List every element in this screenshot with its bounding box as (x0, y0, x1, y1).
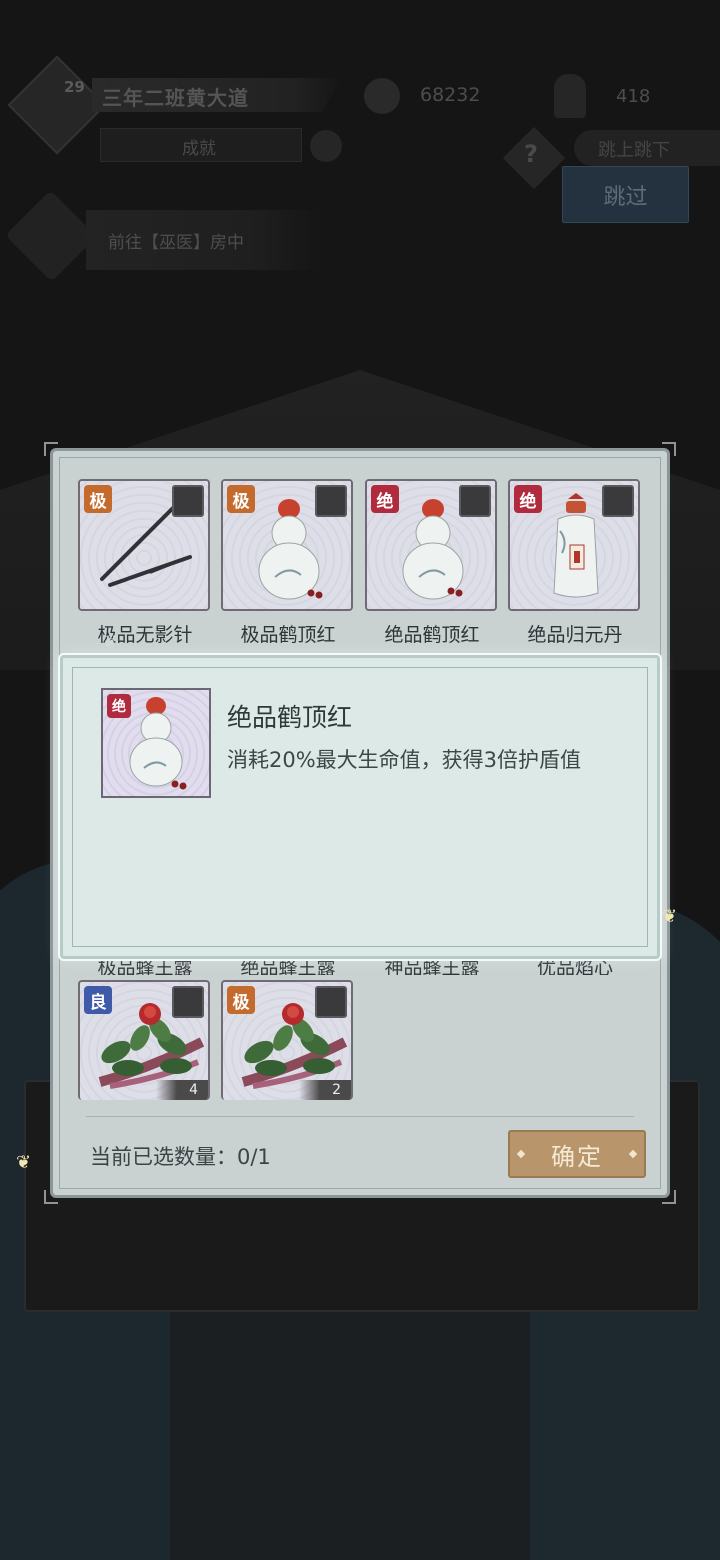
butterfly-icon: ❦ (662, 906, 678, 927)
coin-count: 68232 (420, 84, 481, 106)
item-name: 极品鹤顶红 (240, 624, 336, 646)
select-checkbox[interactable] (315, 986, 347, 1018)
item-count: 2 (299, 1080, 351, 1100)
select-checkbox[interactable] (602, 485, 634, 517)
confirm-button[interactable]: 确定 (508, 1130, 646, 1178)
corner-ornament (662, 1190, 676, 1204)
select-checkbox[interactable] (172, 485, 204, 517)
tooltip-item-icon: 绝 (101, 688, 211, 798)
grade-badge: 良 (84, 986, 112, 1014)
coin-icon (364, 78, 400, 114)
help-icon: ? (524, 140, 538, 168)
select-checkbox[interactable] (459, 485, 491, 517)
corner-ornament (44, 442, 58, 456)
skip-button[interactable]: 跳过 (562, 166, 689, 223)
item-count: 4 (156, 1080, 208, 1100)
grade-badge: 极 (84, 485, 112, 513)
eye-icon[interactable] (310, 130, 342, 162)
grade-badge: 极 (227, 485, 255, 513)
level-number: 29 (64, 78, 85, 96)
grade-badge: 绝 (107, 694, 131, 718)
tooltip-description: 消耗20%最大生命值，获得3倍护盾值 (227, 748, 582, 772)
item-name: 绝品鹤顶红 (384, 624, 480, 646)
quest-book-icon[interactable] (5, 190, 97, 282)
player-name: 三年二班黄大道 (102, 86, 249, 110)
item-name: 神品蜂王露 (384, 959, 480, 975)
item-tooltip: 绝 绝品鹤顶红 消耗20%最大生命值，获得3倍护盾值 (60, 655, 660, 959)
follower-count: 418 (616, 86, 651, 107)
select-checkbox[interactable] (172, 986, 204, 1018)
item-name: 极品蜂王露 (97, 959, 193, 975)
grade-badge: 绝 (514, 485, 542, 513)
item-name: 绝品蜂王露 (240, 959, 336, 975)
item-card[interactable]: 绝 (508, 479, 640, 611)
corner-ornament (662, 442, 676, 456)
panel-divider (86, 1116, 634, 1117)
tooltip-title: 绝品鹤顶红 (227, 703, 353, 732)
item-card[interactable]: 极 (78, 479, 210, 611)
item-name: 极品无影针 (97, 624, 193, 646)
grade-badge: 极 (227, 986, 255, 1014)
butterfly-icon: ❦ (102, 632, 118, 653)
select-checkbox[interactable] (315, 485, 347, 517)
achievement-label: 成就 (182, 139, 216, 159)
selected-count-label: 当前已选数量：0/1 (90, 1145, 271, 1169)
jump-tab-label: 跳上跳下 (598, 140, 670, 161)
item-card[interactable]: 良 4 (78, 980, 210, 1100)
item-card[interactable]: 极 (221, 479, 353, 611)
quest-text: 前往【巫医】房中 (108, 233, 244, 253)
person-icon (554, 74, 586, 118)
item-name: 绝品归元丹 (527, 624, 623, 646)
item-name: 优品焰心 (536, 959, 613, 975)
level-badge[interactable] (7, 55, 107, 155)
grade-badge: 绝 (371, 485, 399, 513)
butterfly-icon: ❦ (16, 1152, 32, 1173)
item-card[interactable]: 极 2 (221, 980, 353, 1100)
item-card[interactable]: 绝 (365, 479, 497, 611)
corner-ornament (44, 1190, 58, 1204)
